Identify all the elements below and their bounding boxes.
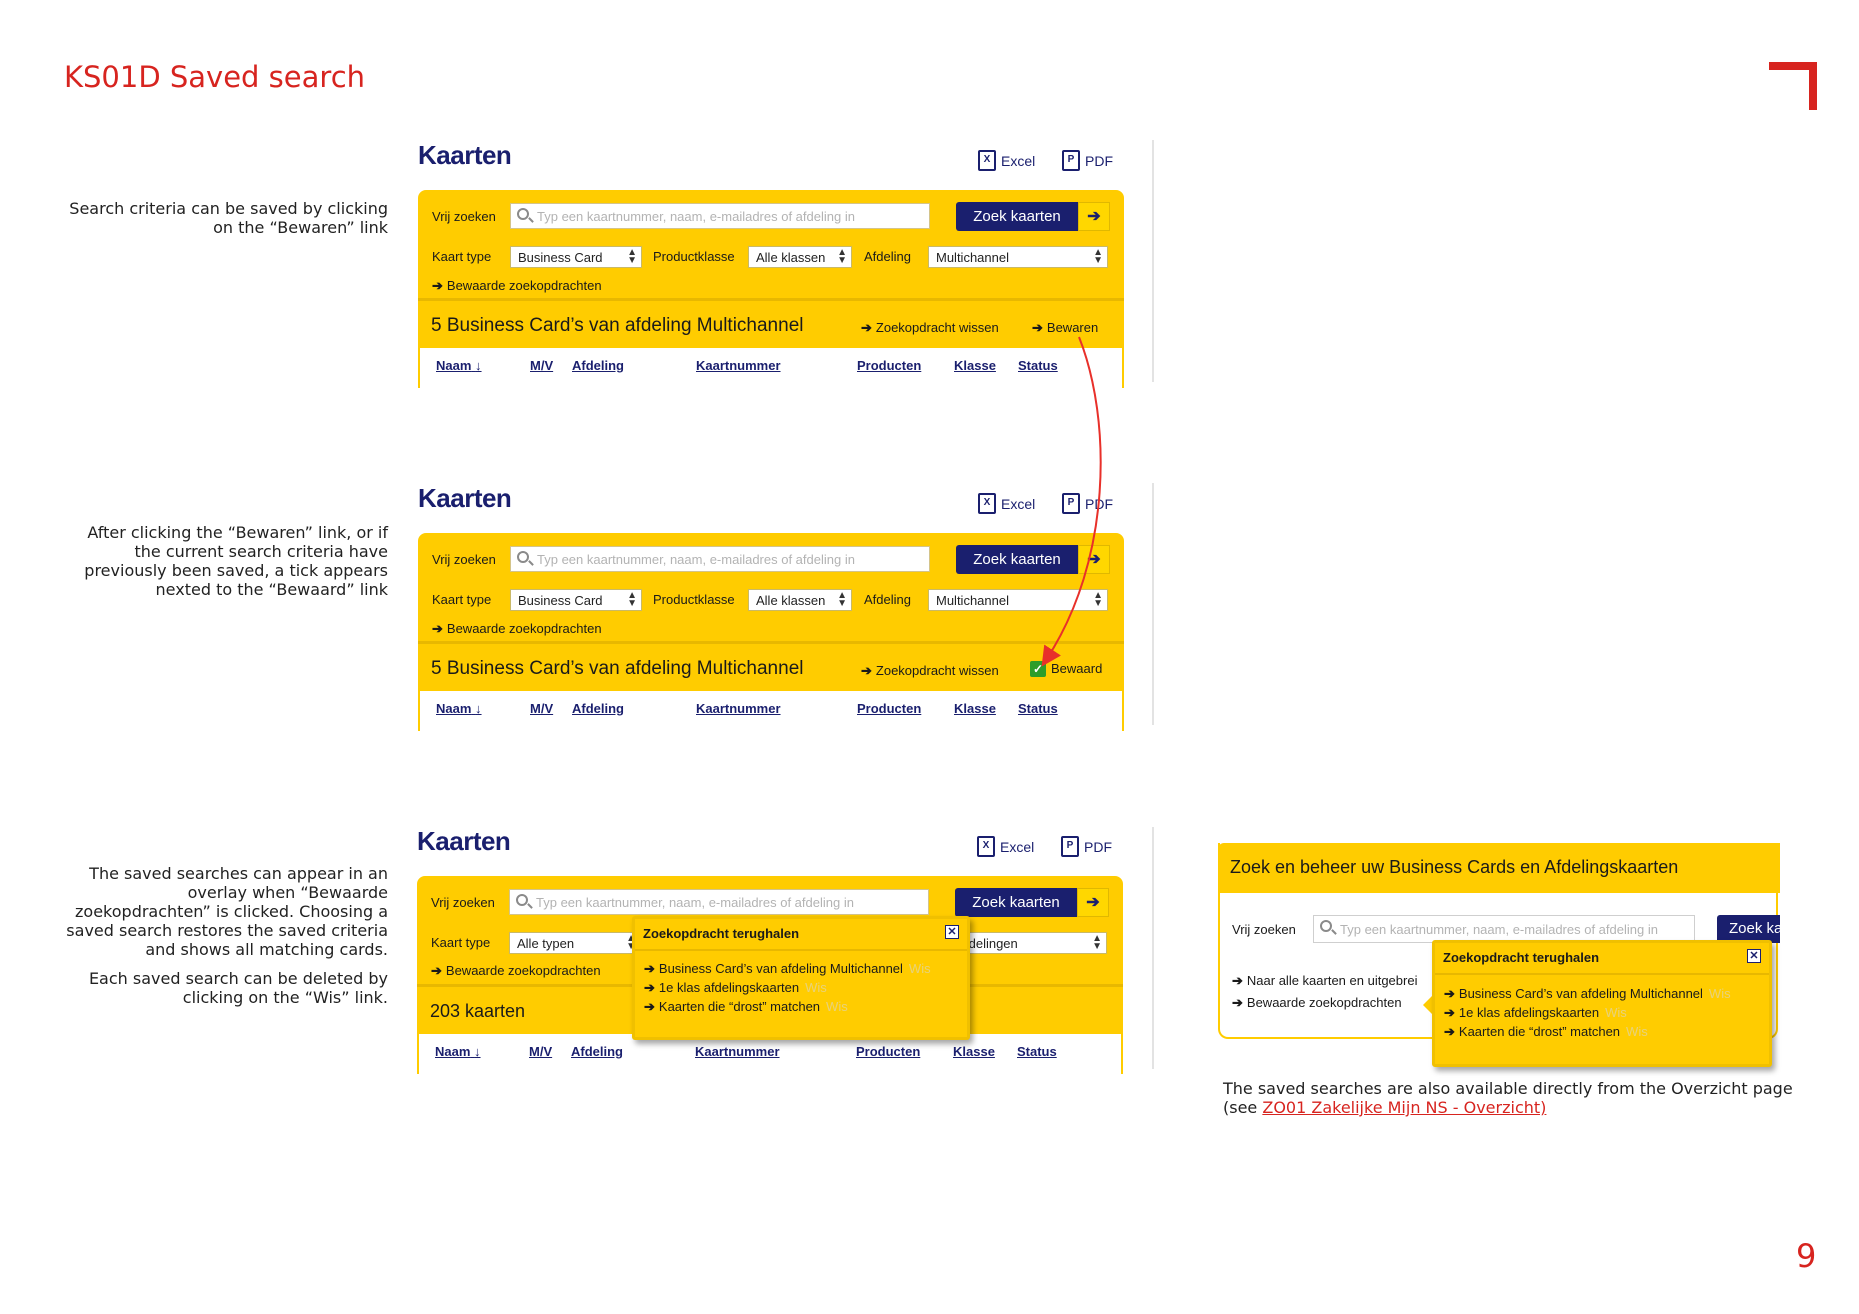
column-producten[interactable]: Producten: [856, 1044, 920, 1059]
column-afdeling[interactable]: Afdeling: [571, 1044, 623, 1059]
kaart-type-label: Kaart type: [431, 935, 491, 950]
alle-kaarten-link[interactable]: ➔ Naar alle kaarten en uitgebrei: [1232, 973, 1417, 989]
overlay-title: Zoekopdracht terughalen: [643, 926, 800, 941]
close-icon[interactable]: ✕: [945, 925, 959, 939]
divider: [1435, 973, 1769, 975]
arrow-icon: ➔: [1232, 973, 1243, 988]
zoek-kaarten-button[interactable]: Zoek ka: [1717, 915, 1780, 943]
column-mv[interactable]: M/V: [529, 1044, 552, 1059]
zo01-reference-link[interactable]: ZO01 Zakelijke Mijn NS - Overzicht): [1262, 1098, 1546, 1117]
divider: [635, 949, 967, 951]
search-input[interactable]: Typ een kaartnummer, naam, e-mailadres o…: [509, 889, 929, 915]
saved-search-item[interactable]: ➔ Kaarten die “drost” matchen Wis: [644, 999, 848, 1015]
arrow-icon: ➔: [1444, 986, 1455, 1001]
sort-down-icon: ↓: [474, 1044, 481, 1059]
saved-search-item[interactable]: ➔ Business Card’s van afdeling Multichann…: [1444, 986, 1731, 1002]
wis-link[interactable]: Wis: [805, 980, 827, 995]
arrow-icon: ➔: [644, 999, 655, 1014]
column-status[interactable]: Status: [1017, 1044, 1057, 1059]
wis-link[interactable]: Wis: [1626, 1024, 1648, 1039]
wis-link[interactable]: Wis: [826, 999, 848, 1014]
search-input[interactable]: Typ een kaartnummer, naam, e-mailadres o…: [1313, 915, 1695, 943]
wis-link[interactable]: Wis: [909, 961, 931, 976]
select-caret-icon: ▲▼: [1092, 933, 1102, 952]
arrow-icon: ➔: [431, 963, 442, 978]
saved-search-item[interactable]: ➔ Kaarten die “drost” matchen Wis: [1444, 1024, 1648, 1040]
panel-title: Kaarten: [417, 826, 511, 856]
close-icon[interactable]: ✕: [1747, 949, 1761, 963]
arrow-icon: ➔: [1232, 995, 1243, 1010]
pdf-export[interactable]: P PDF: [1061, 836, 1112, 857]
kaart-type-select[interactable]: Alle typen▲▼: [509, 932, 641, 954]
saved-search-item[interactable]: ➔ 1e klas afdelingskaarten Wis: [644, 980, 827, 996]
zoek-kaarten-button[interactable]: Zoek kaarten: [955, 888, 1077, 917]
excel-icon: X: [977, 836, 995, 857]
overview-header: Zoek en beheer uw Business Cards en Afde…: [1218, 843, 1780, 893]
afdeling-select[interactable]: fdelingen ▲ ▼: [957, 932, 1107, 954]
excel-export[interactable]: X Excel: [977, 836, 1034, 857]
column-naam[interactable]: Naam ↓: [435, 1044, 481, 1059]
result-title: 203 kaarten: [430, 1001, 526, 1021]
pdf-icon: P: [1061, 836, 1079, 857]
arrow-icon: ➔: [644, 961, 655, 976]
wis-link[interactable]: Wis: [1605, 1005, 1627, 1020]
table-header: Naam ↓ M/V Afdeling Kaartnummer Producte…: [419, 1034, 1121, 1074]
vrij-zoeken-label: Vrij zoeken: [1232, 922, 1296, 937]
arrow-icon: ➔: [1444, 1024, 1455, 1039]
vrij-zoeken-label: Vrij zoeken: [431, 895, 495, 910]
arrow-right-icon[interactable]: ➔: [1077, 888, 1109, 917]
saved-search-overlay: Zoekopdracht terughalen ✕ ➔ Business Card…: [632, 916, 970, 1040]
column-klasse[interactable]: Klasse: [953, 1044, 995, 1059]
bewaarde-zoekopdrachten-link[interactable]: ➔ Bewaarde zoekopdrachten: [431, 963, 601, 979]
overlay-title: Zoekopdracht terughalen: [1443, 950, 1600, 965]
overview-caption: The saved searches are also available di…: [1223, 1079, 1793, 1117]
column-kaartnummer[interactable]: Kaartnummer: [695, 1044, 780, 1059]
wis-link[interactable]: Wis: [1709, 986, 1731, 1001]
arrow-icon: ➔: [644, 980, 655, 995]
overview-saved-search-overlay: Zoekopdracht terughalen ✕ ➔ Business Card…: [1432, 940, 1772, 1067]
arrow-icon: ➔: [1444, 1005, 1455, 1020]
saved-search-item[interactable]: ➔ Business Card’s van afdeling Multichann…: [644, 961, 931, 977]
saved-search-item[interactable]: ➔ 1e klas afdelingskaarten Wis: [1444, 1005, 1627, 1021]
search-icon: [1320, 920, 1332, 932]
search-icon: [516, 894, 528, 906]
bewaarde-zoekopdrachten-link[interactable]: ➔ Bewaarde zoekopdrachten: [1232, 995, 1402, 1011]
overview-title: Zoek en beheer uw Business Cards en Afde…: [1230, 857, 1679, 877]
